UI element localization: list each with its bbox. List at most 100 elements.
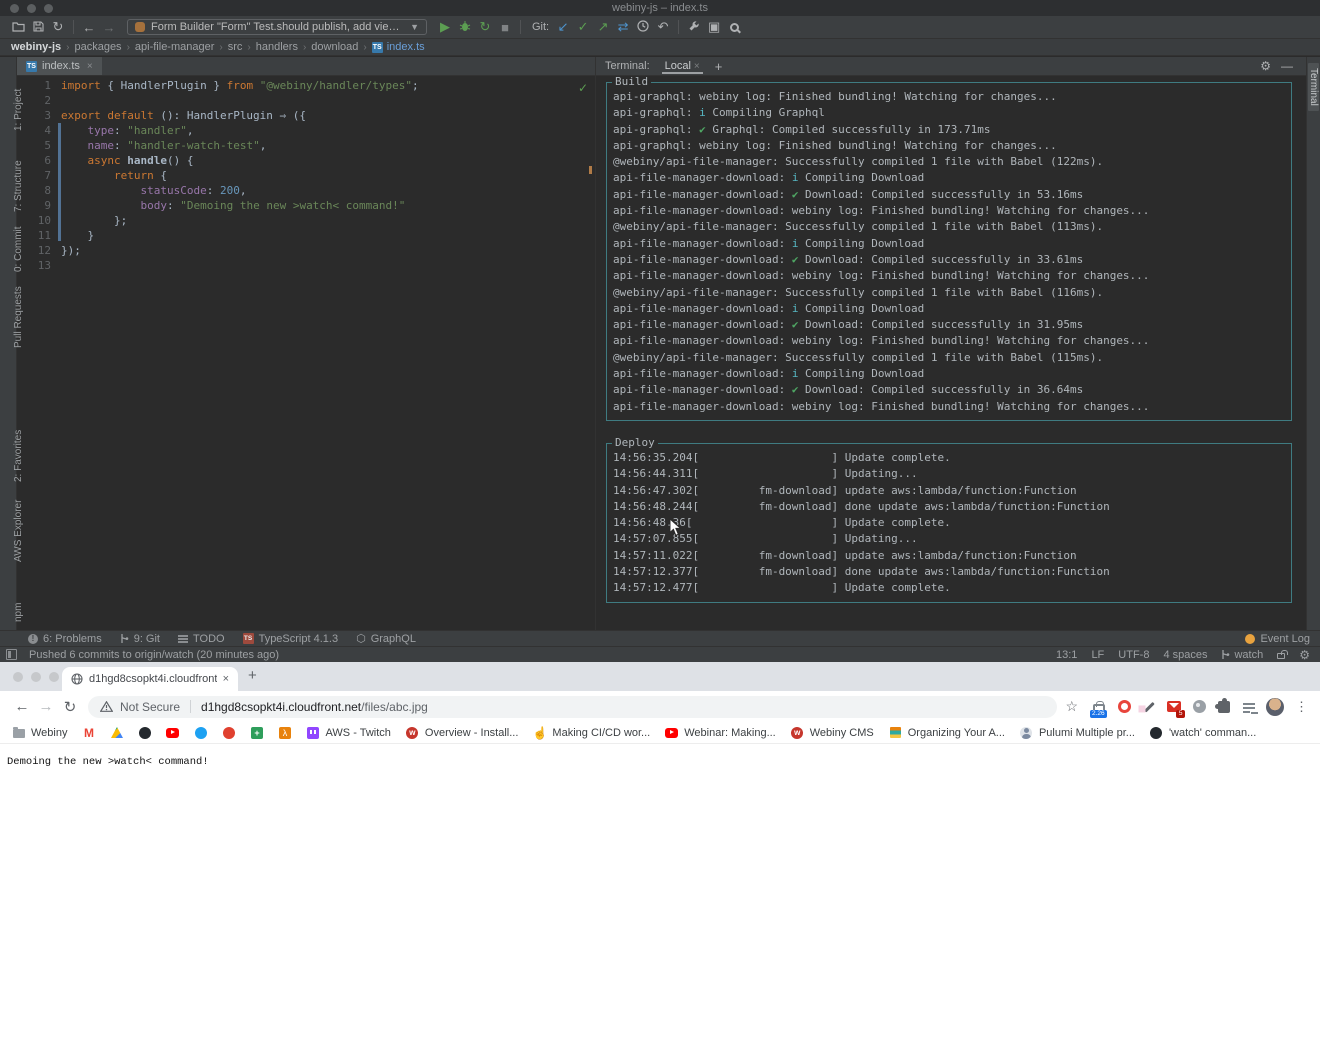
breadcrumb-item[interactable]: api-file-manager bbox=[133, 41, 216, 53]
close-icon[interactable]: × bbox=[694, 61, 700, 72]
bookmark-item[interactable] bbox=[222, 726, 235, 739]
bookmark-item[interactable]: 'watch' comman... bbox=[1150, 726, 1256, 739]
highlighting-level-icon[interactable]: ⚙ bbox=[1299, 648, 1310, 662]
bookmark-item[interactable]: Webinar: Making... bbox=[665, 726, 776, 739]
bookmark-item[interactable] bbox=[110, 726, 123, 739]
terminal-output[interactable]: Build api-graphql: webiny log: Finished … bbox=[596, 76, 1306, 630]
toolwindow-toggle-icon[interactable] bbox=[6, 649, 17, 660]
run-with-coverage-button[interactable]: ↻ bbox=[475, 19, 495, 35]
file-encoding[interactable]: UTF-8 bbox=[1118, 649, 1149, 661]
breadcrumb-item[interactable]: packages bbox=[72, 41, 123, 53]
toolwindow-button-terminal[interactable]: Terminal bbox=[1308, 63, 1319, 111]
open-folder-icon[interactable] bbox=[8, 20, 28, 35]
bookmark-item[interactable]: Organizing Your A... bbox=[889, 726, 1005, 739]
new-terminal-tab-button[interactable]: + bbox=[715, 59, 723, 74]
bookmark-item[interactable]: + bbox=[250, 726, 263, 739]
breadcrumb-item[interactable]: TSindex.ts bbox=[370, 41, 427, 53]
address-bar[interactable]: Not Secure d1hgd8csopkt4i.cloudfront.net… bbox=[88, 696, 1057, 718]
lock-icon[interactable] bbox=[1277, 653, 1285, 659]
git-fetch-icon[interactable]: ⇄ bbox=[613, 19, 633, 35]
status-message[interactable]: Pushed 6 commits to origin/watch (20 min… bbox=[29, 649, 279, 661]
minimize-window-button[interactable] bbox=[31, 672, 41, 682]
zoom-window-button[interactable] bbox=[49, 672, 59, 682]
tab-index-ts[interactable]: TS index.ts × bbox=[17, 57, 102, 75]
breadcrumb-item[interactable]: webiny-js bbox=[9, 41, 63, 53]
debug-button[interactable] bbox=[455, 20, 475, 35]
bookmark-item[interactable]: AWS - Twitch bbox=[306, 726, 390, 739]
extension-eyedropper-icon[interactable] bbox=[1141, 699, 1157, 715]
toolwindow-button-graphql[interactable]: ⬡GraphQL bbox=[356, 632, 416, 645]
bookmark-item[interactable] bbox=[166, 726, 179, 739]
wrench-icon[interactable] bbox=[684, 20, 704, 35]
chevron-right-icon: › bbox=[127, 42, 130, 53]
browser-menu-icon[interactable]: ⋮ bbox=[1295, 699, 1308, 715]
bookmark-star-icon[interactable]: ☆ bbox=[1065, 698, 1078, 715]
url-text[interactable]: d1hgd8csopkt4i.cloudfront.net/files/abc.… bbox=[201, 700, 428, 714]
extension-misc-icon[interactable] bbox=[1191, 699, 1207, 715]
close-window-button[interactable] bbox=[13, 672, 23, 682]
toolwindow-button-typescript[interactable]: TSTypeScript 4.1.3 bbox=[243, 633, 339, 645]
bookmark-item[interactable]: ☝Making CI/CD wor... bbox=[533, 726, 650, 739]
window-controls[interactable] bbox=[10, 4, 53, 13]
profile-avatar[interactable] bbox=[1266, 698, 1284, 716]
close-icon[interactable]: × bbox=[87, 61, 93, 72]
run-button[interactable]: ▶ bbox=[435, 19, 455, 35]
toolwindow-button-git[interactable]: 9: Git bbox=[120, 633, 160, 645]
bookmark-item[interactable]: Webiny bbox=[12, 726, 67, 739]
caret-position[interactable]: 13:1 bbox=[1056, 649, 1077, 661]
extensions-puzzle-icon[interactable] bbox=[1216, 699, 1232, 715]
close-window-button[interactable] bbox=[10, 4, 19, 13]
indent-setting[interactable]: 4 spaces bbox=[1163, 649, 1207, 661]
toolwindow-icon[interactable]: ▣ bbox=[704, 19, 724, 35]
breadcrumb-item[interactable]: download bbox=[309, 41, 360, 53]
github-icon bbox=[1150, 726, 1163, 739]
zoom-window-button[interactable] bbox=[44, 4, 53, 13]
git-branch-widget[interactable]: watch bbox=[1221, 649, 1263, 661]
extension-mail-icon[interactable]: 5 bbox=[1166, 699, 1182, 715]
editor-body[interactable]: 12345678910111213 import { HandlerPlugin… bbox=[17, 76, 595, 630]
breadcrumb-item[interactable]: src bbox=[226, 41, 245, 53]
code-line: export default (): HandlerPlugin ⇒ ({ bbox=[61, 108, 595, 123]
extension-list-icon[interactable] bbox=[1241, 699, 1257, 715]
stop-button[interactable]: ■ bbox=[495, 20, 515, 35]
bookmark-item[interactable]: M bbox=[82, 726, 95, 739]
browser-reload-icon[interactable]: ↻ bbox=[58, 698, 82, 716]
terminal-line: 14:57:07.855[ ] Updating... bbox=[613, 531, 1285, 547]
history-clock-icon[interactable] bbox=[633, 20, 653, 35]
terminal-settings-gear-icon[interactable]: ⚙ bbox=[1260, 59, 1271, 73]
extension-bag-icon[interactable]: 2.26 bbox=[1091, 699, 1107, 715]
forward-icon[interactable]: → bbox=[99, 20, 119, 35]
extension-blocker-icon[interactable] bbox=[1116, 699, 1132, 715]
run-configuration-select[interactable]: Form Builder "Form" Test.should publish,… bbox=[127, 19, 427, 35]
save-icon[interactable] bbox=[28, 20, 48, 35]
bookmark-item[interactable]: Pulumi Multiple pr... bbox=[1020, 726, 1135, 739]
search-everywhere-icon[interactable] bbox=[730, 23, 739, 32]
browser-back-icon[interactable]: ← bbox=[10, 698, 34, 715]
terminal-tab-local[interactable]: Local× bbox=[662, 59, 703, 74]
breadcrumb-item[interactable]: handlers bbox=[254, 41, 300, 53]
browser-tab[interactable]: d1hgd8csopkt4i.cloudfront.net × bbox=[62, 667, 238, 691]
browser-forward-icon[interactable]: → bbox=[34, 698, 58, 715]
event-log-button[interactable]: Event Log bbox=[1245, 633, 1310, 645]
minimize-panel-icon[interactable]: — bbox=[1281, 59, 1293, 73]
line-ending[interactable]: LF bbox=[1091, 649, 1104, 661]
git-push-icon[interactable]: ↗ bbox=[593, 19, 613, 35]
browser-window-controls[interactable] bbox=[13, 672, 59, 682]
code-area[interactable]: import { HandlerPlugin } from "@webiny/h… bbox=[61, 78, 595, 630]
minimize-window-button[interactable] bbox=[27, 4, 36, 13]
bookmark-item[interactable] bbox=[138, 726, 151, 739]
git-update-icon[interactable]: ↙ bbox=[553, 19, 573, 35]
bookmark-item[interactable]: wOverview - Install... bbox=[406, 726, 519, 739]
back-icon[interactable]: ← bbox=[79, 20, 99, 35]
sync-icon[interactable]: ↻ bbox=[48, 19, 68, 35]
toolwindow-button-problems[interactable]: !6: Problems bbox=[28, 633, 102, 645]
close-tab-icon[interactable]: × bbox=[223, 673, 229, 685]
bookmark-item[interactable]: λ bbox=[278, 726, 291, 739]
new-tab-button[interactable]: + bbox=[248, 667, 257, 684]
bookmark-item[interactable] bbox=[194, 726, 207, 739]
toolwindow-button-todo[interactable]: TODO bbox=[178, 633, 225, 645]
git-commit-icon[interactable]: ✓ bbox=[573, 19, 593, 35]
rollback-icon[interactable]: ↶ bbox=[653, 19, 673, 35]
security-label[interactable]: Not Secure bbox=[120, 700, 180, 714]
bookmark-item[interactable]: wWebiny CMS bbox=[791, 726, 874, 739]
